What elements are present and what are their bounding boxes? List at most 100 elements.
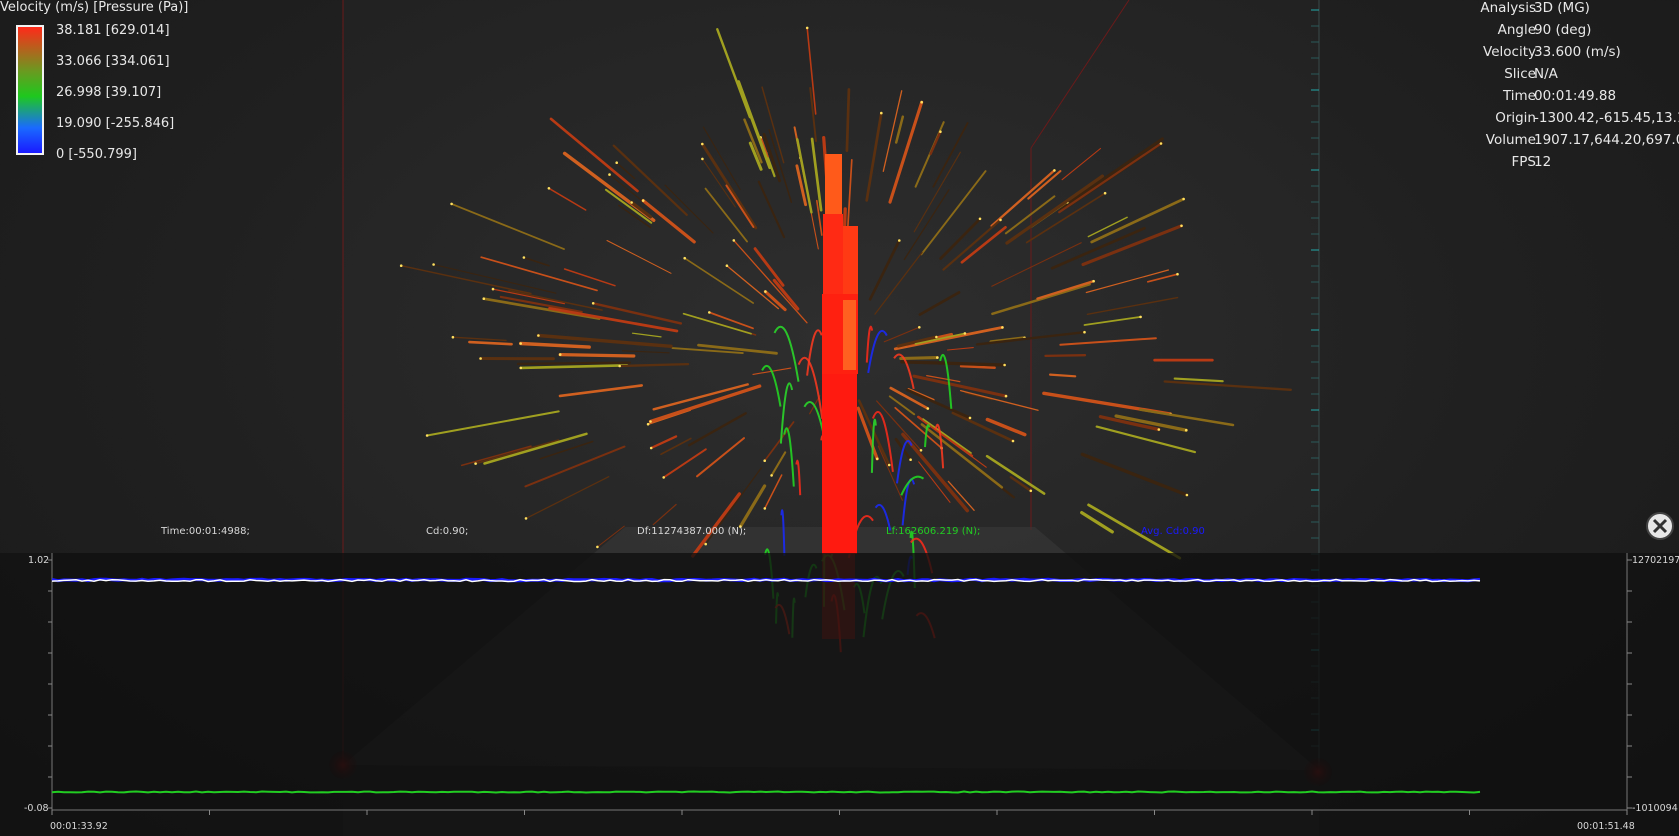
streamline bbox=[650, 435, 678, 450]
streamline-tip bbox=[1029, 489, 1033, 493]
streamline-tip bbox=[519, 342, 522, 345]
building-mid-accent bbox=[843, 300, 856, 370]
streamline bbox=[888, 100, 924, 204]
info-label: Velocity bbox=[1483, 44, 1536, 60]
streamline bbox=[548, 306, 679, 333]
streamline bbox=[548, 187, 587, 211]
streamline-tip bbox=[805, 26, 809, 30]
streamline bbox=[991, 242, 1082, 287]
streamline-tip bbox=[1004, 394, 1008, 398]
streamline-tip bbox=[1185, 493, 1189, 497]
streamline-tip bbox=[968, 416, 972, 420]
streamline-tip bbox=[918, 326, 921, 329]
streamline bbox=[460, 445, 532, 467]
info-label: FPS bbox=[1511, 154, 1536, 170]
graph-y-left-top: 1.02 bbox=[28, 555, 50, 566]
streamline bbox=[1146, 273, 1179, 283]
streamline-tip bbox=[764, 290, 767, 293]
streamline-tip bbox=[701, 142, 704, 146]
streamline bbox=[757, 180, 786, 239]
streamline bbox=[1061, 147, 1102, 181]
streamline-tip bbox=[649, 420, 652, 423]
close-icon bbox=[1652, 518, 1668, 534]
info-row-velocity: Velocity 33.600 (m/s) bbox=[1380, 44, 1679, 64]
streamline bbox=[899, 356, 939, 361]
streamline bbox=[468, 340, 513, 346]
streamline bbox=[1005, 174, 1105, 245]
streamline bbox=[400, 264, 532, 295]
streamline-tip bbox=[474, 462, 477, 465]
streamline bbox=[883, 326, 920, 343]
streamline bbox=[621, 350, 670, 354]
info-value: 3D (MG) bbox=[1534, 0, 1590, 16]
near-wake-streamline bbox=[896, 439, 913, 484]
streamline-tip bbox=[732, 239, 736, 242]
streamline-tip bbox=[558, 353, 562, 356]
streamline bbox=[922, 418, 972, 454]
info-row-time: Time 00:01:49.88 bbox=[1380, 88, 1679, 108]
streamline bbox=[702, 126, 741, 191]
streamline bbox=[701, 158, 736, 208]
streamline bbox=[900, 360, 1007, 367]
streamline bbox=[1044, 354, 1087, 358]
info-label: Volume bbox=[1485, 132, 1536, 148]
streamline-tip bbox=[898, 239, 901, 242]
streamline-tip bbox=[547, 187, 551, 190]
streamline-tip bbox=[919, 449, 923, 452]
info-value: N/A bbox=[1534, 66, 1558, 82]
streamline-tip bbox=[522, 256, 526, 259]
graph-x-start: 00:01:33.92 bbox=[50, 821, 108, 832]
streamline bbox=[687, 412, 747, 447]
streamline-tip bbox=[880, 111, 883, 115]
streamline bbox=[912, 374, 1008, 398]
streamline bbox=[523, 256, 550, 267]
streamline-tip bbox=[1092, 279, 1095, 283]
frame-line-diag bbox=[1030, 0, 1130, 149]
status-cd: Cd:0.90; bbox=[426, 526, 469, 537]
legend-color-bar bbox=[16, 25, 44, 155]
streamline-tip bbox=[641, 199, 645, 202]
streamline-tip bbox=[770, 474, 773, 477]
streamline bbox=[450, 202, 565, 251]
info-label: Origin bbox=[1495, 110, 1536, 126]
info-label: Analysis bbox=[1480, 0, 1536, 16]
graph-x-end: 00:01:51.48 bbox=[1577, 821, 1635, 832]
streamline bbox=[683, 257, 755, 304]
streamline-tip bbox=[1103, 191, 1107, 195]
streamline-tip bbox=[978, 217, 982, 221]
streamline-tip bbox=[887, 463, 891, 467]
streamline-tip bbox=[491, 287, 495, 291]
close-graph-button[interactable] bbox=[1646, 512, 1674, 540]
info-row-volume: Volume 1907.17,644.20,697.01 bbox=[1380, 132, 1679, 152]
streamline-tip bbox=[725, 264, 729, 268]
color-legend: Velocity (m/s) [Pressure (Pa)] 38.181 [6… bbox=[0, 0, 200, 170]
streamline-tip bbox=[926, 407, 930, 410]
streamline-tip bbox=[1003, 363, 1006, 367]
streamline bbox=[648, 384, 762, 424]
streamline-tip bbox=[963, 332, 967, 335]
streamline bbox=[1085, 269, 1170, 294]
streamline bbox=[426, 410, 560, 437]
streamline bbox=[810, 137, 823, 212]
legend-label-mid: 26.998 [39.107] bbox=[56, 85, 162, 100]
streamline bbox=[865, 111, 883, 202]
streamline bbox=[1050, 226, 1146, 270]
graph-y-left-bottom: -0.08 bbox=[24, 803, 49, 814]
streamline-tip bbox=[1053, 169, 1056, 172]
streamline bbox=[959, 364, 996, 370]
streamline bbox=[631, 332, 662, 338]
streamline bbox=[894, 115, 905, 144]
near-wake-streamline bbox=[901, 478, 916, 526]
streamline bbox=[592, 302, 683, 325]
streamline bbox=[845, 88, 851, 152]
streamline bbox=[700, 142, 758, 230]
streamline-tip bbox=[939, 130, 942, 133]
streamline bbox=[1163, 380, 1292, 391]
status-time: Time:00:01:4988; bbox=[161, 526, 250, 537]
building-lower bbox=[822, 374, 857, 554]
streamline bbox=[1083, 315, 1142, 326]
status-avg-cd: Avg. Cd:0.90 bbox=[1141, 526, 1205, 537]
streamline bbox=[733, 239, 808, 324]
streamline-tip bbox=[701, 157, 704, 161]
streamline bbox=[482, 297, 601, 320]
